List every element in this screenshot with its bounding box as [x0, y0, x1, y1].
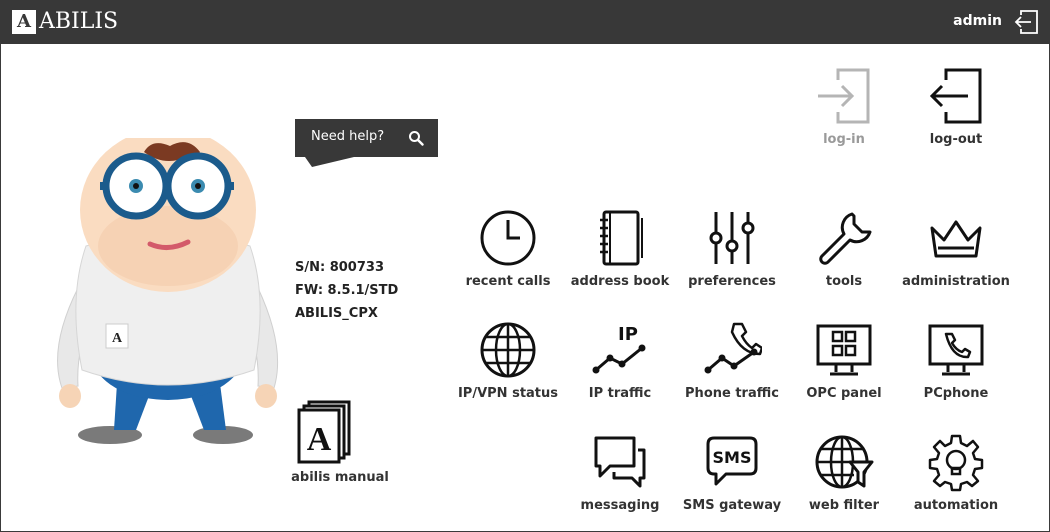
logout-button[interactable] [1012, 8, 1040, 36]
logout-icon [929, 68, 982, 124]
exit-icon [1014, 10, 1038, 34]
ip-traffic-chart-icon: IP [592, 324, 646, 374]
automation-tile[interactable]: automation [899, 432, 1013, 532]
abilis-logo: A ABILIS [12, 9, 118, 35]
tools-label: tools [825, 274, 863, 289]
globe-filter-icon [815, 435, 874, 489]
current-user: admin [953, 13, 1002, 29]
administration-tile[interactable]: administration [899, 208, 1013, 308]
login-icon [818, 68, 870, 124]
manual-book-icon: A [297, 400, 351, 464]
administration-label: administration [902, 274, 1010, 289]
ip-vpn-status-tile[interactable]: IP/VPN status [451, 320, 565, 420]
crown-icon [930, 220, 982, 258]
sms-tag-text: SMS [713, 448, 752, 467]
opc-panel-tile[interactable]: OPC panel [787, 320, 901, 420]
mascot-illustration: A [57, 138, 279, 444]
automation-label: automation [913, 498, 999, 513]
gear-bulb-icon [928, 434, 984, 492]
svg-text:A: A [307, 421, 332, 458]
firmware-version: FW: 8.5.1/STD [295, 283, 399, 298]
address-book-tile[interactable]: address book [563, 208, 677, 308]
ip-vpn-status-label: IP/VPN status [457, 386, 559, 401]
address-book-icon [600, 210, 643, 266]
ip-tag-text: IP [618, 324, 638, 345]
logo-text: ABILIS [39, 9, 119, 34]
messaging-tile[interactable]: messaging [563, 432, 677, 532]
sliders-icon [709, 212, 755, 264]
globe-icon [480, 322, 536, 378]
phone-traffic-label: Phone traffic [685, 386, 779, 401]
search-icon [409, 131, 424, 146]
logout-tile[interactable]: log-out [899, 66, 1013, 166]
pcphone-label: PCphone [923, 386, 989, 401]
login-label: log-in [823, 132, 865, 147]
clock-icon [480, 210, 536, 266]
messaging-label: messaging [580, 498, 660, 513]
sms-gateway-label: SMS gateway [682, 498, 782, 513]
logo-mark-letter: A [17, 11, 31, 32]
help-bubble-tail [305, 157, 354, 167]
serial-number: S/N: 800733 [295, 260, 384, 275]
phone-traffic-tile[interactable]: Phone traffic [675, 320, 789, 420]
tools-tile[interactable]: tools [787, 208, 901, 308]
opc-panel-label: OPC panel [806, 386, 882, 401]
logo-mark: A [12, 10, 36, 34]
wrench-icon [819, 212, 872, 265]
preferences-tile[interactable]: preferences [675, 208, 789, 308]
device-model: ABILIS_CPX [295, 306, 378, 321]
web-filter-label: web filter [808, 498, 880, 513]
sms-gateway-tile[interactable]: SMS SMS gateway [675, 432, 789, 532]
need-help-search[interactable]: Need help? [295, 119, 438, 157]
abilis-manual-label: abilis manual [291, 470, 389, 485]
preferences-label: preferences [688, 274, 776, 289]
opc-panel-icon [816, 324, 872, 376]
logout-label: log-out [929, 132, 983, 147]
svg-text:A: A [112, 331, 123, 346]
top-bar: A ABILIS admin [0, 0, 1050, 44]
abilis-manual-link[interactable]: A abilis manual [283, 400, 397, 500]
login-tile[interactable]: log-in [787, 66, 901, 166]
need-help-label: Need help? [311, 129, 385, 144]
recent-calls-label: recent calls [465, 274, 551, 289]
recent-calls-tile[interactable]: recent calls [451, 208, 565, 308]
ip-traffic-label: IP traffic [588, 386, 652, 401]
ip-traffic-tile[interactable]: IP IP traffic [563, 320, 677, 420]
phone-traffic-chart-icon [704, 322, 762, 374]
sms-bubble-icon: SMS [706, 436, 758, 486]
pcphone-icon [928, 324, 984, 376]
chat-bubbles-icon [594, 436, 646, 488]
web-filter-tile[interactable]: web filter [787, 432, 901, 532]
pcphone-tile[interactable]: PCphone [899, 320, 1013, 420]
address-book-label: address book [570, 274, 670, 289]
